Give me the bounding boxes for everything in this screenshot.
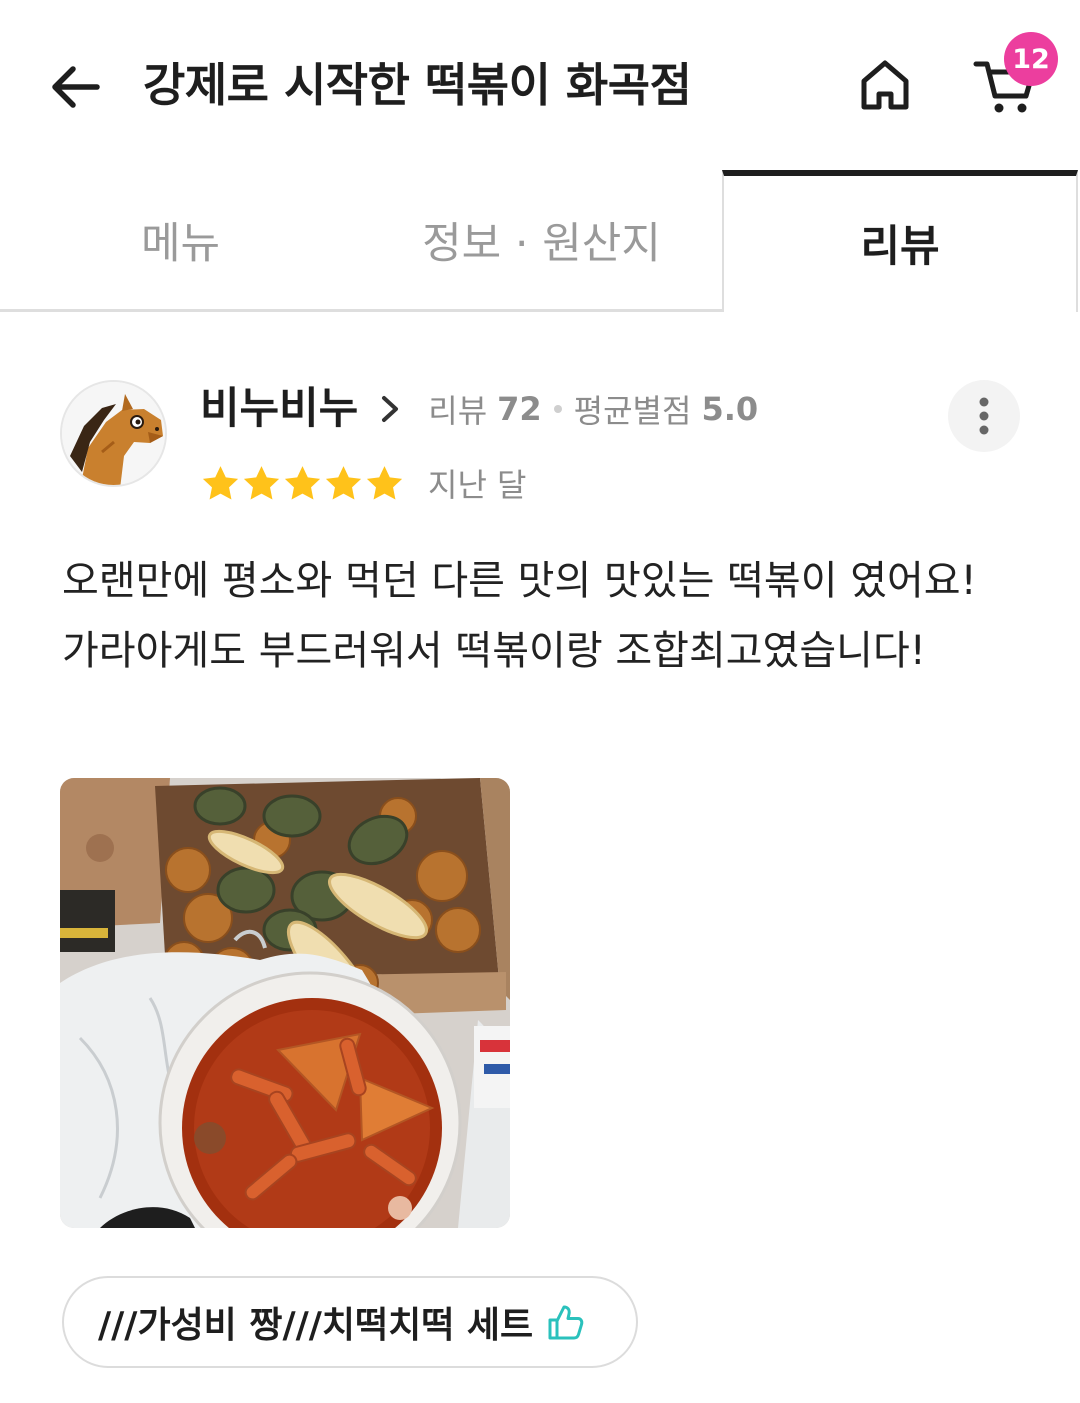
reviewer-profile-link[interactable]: 비누비누 [200,380,428,438]
reviewer-stats: 리뷰 72 평균별점 5.0 [428,386,758,432]
tab-bar: 메뉴 정보 · 원산지 리뷰 [0,170,1080,312]
star-icon [200,463,241,504]
avg-rating-label: 평균별점 [573,392,692,430]
rating-row: 지난 달 [200,462,527,504]
review-screen: 강제로 시작한 떡볶이 화곡점 12 메뉴 정보 · 원산지 리뷰 비누비누 리… [0,0,1080,1403]
review-date: 지난 달 [428,466,527,504]
review-photo-image [60,778,510,1228]
star-rating [200,463,405,504]
arrow-left-icon [52,66,100,108]
menu-tag-label: ///가성비 짱///치떡치떡 세트 [98,1305,534,1346]
chevron-right-icon [378,391,402,427]
star-icon [241,463,282,504]
star-icon [323,463,364,504]
review-count-label: 리뷰 [428,392,488,430]
back-button[interactable] [46,58,104,116]
tab-reviews[interactable]: 리뷰 [722,170,1078,312]
star-icon [364,463,405,504]
tab-menu[interactable]: 메뉴 [0,170,361,312]
tab-info-origin[interactable]: 정보 · 원산지 [361,170,722,312]
store-title: 강제로 시작한 떡볶이 화곡점 [143,58,692,112]
review-text: 오랜만에 평소와 먹던 다른 맛의 맛있는 떡볶이 였어요! 가라아게도 부드러… [62,558,977,674]
reviewer-name: 비누비누 [200,384,359,434]
horse-avatar-image [62,382,165,485]
cart-count-badge: 12 [1004,32,1058,86]
review-count: 72 [497,390,542,428]
menu-tag-chip[interactable]: ///가성비 짱///치떡치떡 세트 [62,1276,638,1368]
thumbs-up-icon [545,1302,585,1342]
reviewer-info: 비누비누 리뷰 72 평균별점 5.0 [200,380,758,438]
more-vertical-icon [979,397,989,435]
avatar[interactable] [60,380,167,487]
review-photo[interactable] [60,778,510,1228]
home-button[interactable] [856,56,914,114]
separator-dot [553,405,562,413]
avg-rating: 5.0 [701,390,759,428]
star-icon [282,463,323,504]
more-options-button[interactable] [948,380,1020,452]
home-icon [861,60,909,110]
